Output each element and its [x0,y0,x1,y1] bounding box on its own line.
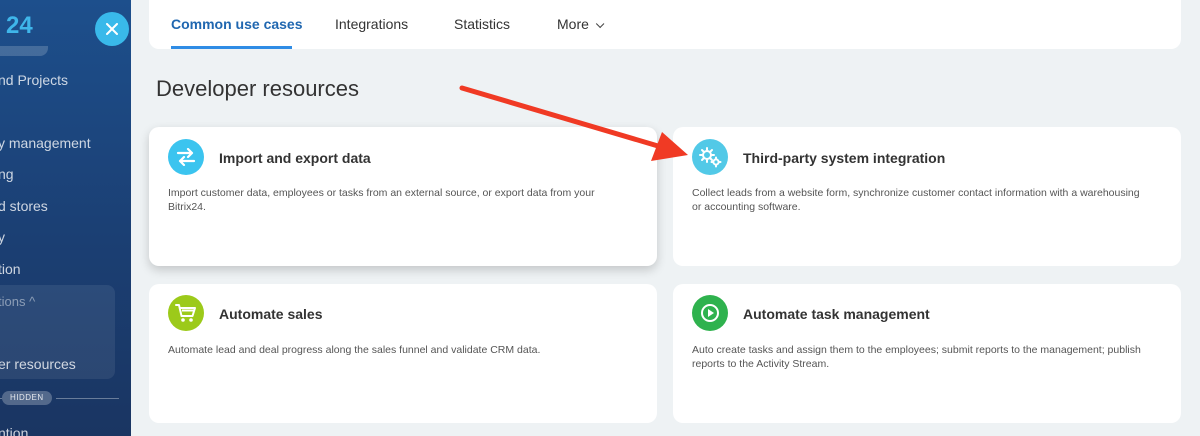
annotation-arrow-icon [459,85,688,161]
